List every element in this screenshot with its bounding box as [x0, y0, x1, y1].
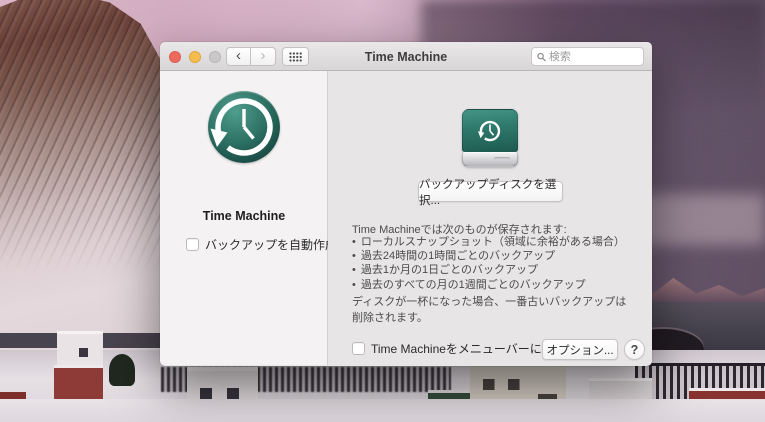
wallpaper-tree — [109, 354, 135, 386]
time-machine-preferences-window: ‹ › Time Machine — [160, 42, 652, 366]
minimize-button[interactable] — [189, 51, 201, 63]
search-field[interactable] — [531, 47, 644, 66]
search-icon — [537, 52, 546, 62]
list-item: • 過去1か月の1日ごとのバックアップ — [352, 263, 636, 277]
zoom-button-disabled — [209, 51, 221, 63]
content-panel: バックアップディスクを選択... Time Machineでは次のものが保存され… — [328, 71, 652, 365]
auto-backup-label: バックアップを自動作成 — [205, 236, 337, 253]
traffic-lights — [169, 51, 221, 63]
help-button[interactable]: ? — [624, 339, 645, 360]
app-name-label: Time Machine — [160, 209, 328, 223]
grid-icon — [289, 52, 302, 62]
disk-full-note: ディスクが一杯になった場合、一番古いバックアップは削除されます。 — [352, 293, 636, 325]
time-machine-logo-small — [477, 118, 503, 144]
wallpaper-house-red-left — [54, 365, 104, 399]
search-input[interactable] — [549, 51, 638, 63]
auto-backup-row: バックアップを自動作成 — [186, 236, 337, 253]
wallpaper-house-white-left — [57, 331, 103, 369]
backup-disk-icon-base — [462, 152, 518, 167]
close-button[interactable] — [169, 51, 181, 63]
backup-disk-icon-face — [462, 109, 518, 152]
backup-disk-icon — [462, 109, 518, 167]
bullet-glyph: • — [352, 278, 356, 292]
select-backup-disk-button[interactable]: バックアップディスクを選択... — [418, 181, 563, 202]
options-button[interactable]: オプション... — [542, 339, 618, 360]
show-in-menubar-checkbox[interactable] — [352, 342, 365, 355]
show-in-menubar-label: Time Machineをメニューバーに表示 — [371, 340, 566, 357]
backup-disk-icon-slot — [494, 157, 510, 161]
time-machine-icon — [208, 91, 280, 163]
list-item: • 過去24時間の1時間ごとのバックアップ — [352, 249, 636, 263]
bullet-glyph: • — [352, 235, 356, 249]
titlebar[interactable]: ‹ › Time Machine — [160, 42, 652, 71]
list-item: • 過去のすべての月の1週間ごとのバックアップ — [352, 278, 636, 292]
show-all-button[interactable] — [282, 47, 309, 66]
forward-button: › — [251, 47, 276, 66]
list-item: • ローカルスナップショット（領域に余裕がある場合） — [352, 235, 636, 249]
bullet-glyph: • — [352, 249, 356, 263]
auto-backup-checkbox[interactable] — [186, 238, 199, 251]
wallpaper-snow-foreground — [0, 399, 765, 422]
menubar-toggle-row: Time Machineをメニューバーに表示 — [352, 340, 566, 357]
nav-buttons: ‹ › — [226, 47, 276, 66]
bullet-glyph: • — [352, 263, 356, 277]
back-button[interactable]: ‹ — [226, 47, 251, 66]
time-arrow-head — [211, 129, 228, 148]
backup-description-list: • ローカルスナップショット（領域に余裕がある場合） • 過去24時間の1時間ご… — [352, 235, 636, 292]
sidebar: Time Machine バックアップを自動作成 — [160, 71, 328, 365]
